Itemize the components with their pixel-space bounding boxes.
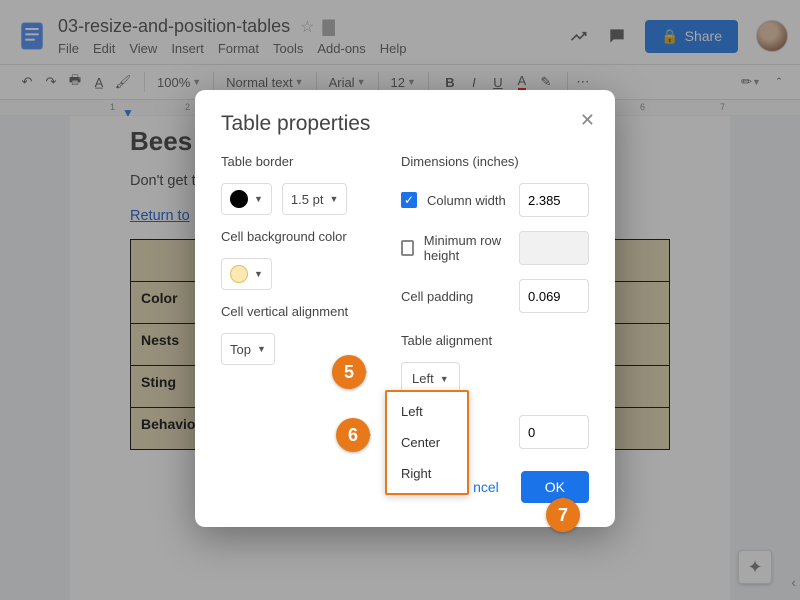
indent-input[interactable] — [519, 415, 589, 449]
column-width-label: Column width — [427, 193, 506, 208]
cell-padding-label: Cell padding — [401, 289, 473, 304]
cell-bg-label: Cell background color — [221, 229, 371, 244]
cell-va-label: Cell vertical alignment — [221, 304, 371, 319]
callout-6: 6 — [336, 418, 370, 452]
dialog-title: Table properties — [221, 112, 589, 136]
table-align-dropdown: Left Center Right — [385, 390, 469, 495]
min-row-height-input[interactable] — [519, 231, 589, 265]
chevron-down-icon: ▼ — [254, 194, 263, 204]
min-row-height-checkbox[interactable] — [401, 240, 414, 256]
chevron-down-icon: ▼ — [257, 344, 266, 354]
border-width-select[interactable]: 1.5 pt▼ — [282, 183, 347, 215]
table-align-label: Table alignment — [401, 333, 589, 348]
cell-bg-select[interactable]: ▼ — [221, 258, 272, 290]
min-row-height-label: Minimum row height — [424, 233, 509, 263]
border-color-select[interactable]: ▼ — [221, 183, 272, 215]
border-label: Table border — [221, 154, 371, 169]
column-width-input[interactable] — [519, 183, 589, 217]
close-icon[interactable]: ✕ — [580, 110, 595, 131]
align-option-center[interactable]: Center — [387, 427, 467, 458]
dimensions-label: Dimensions (inches) — [401, 154, 589, 169]
cell-padding-input[interactable] — [519, 279, 589, 313]
black-swatch-icon — [230, 190, 248, 208]
callout-7: 7 — [546, 498, 580, 532]
align-option-right[interactable]: Right — [387, 458, 467, 489]
chevron-down-icon: ▼ — [440, 374, 449, 384]
cell-va-select[interactable]: Top▼ — [221, 333, 275, 365]
chevron-down-icon: ▼ — [254, 269, 263, 279]
ok-button[interactable]: OK — [521, 471, 589, 503]
column-width-checkbox[interactable]: ✓ — [401, 192, 417, 208]
chevron-down-icon: ▼ — [329, 194, 338, 204]
callout-5: 5 — [332, 355, 366, 389]
align-option-left[interactable]: Left — [387, 396, 467, 427]
cream-swatch-icon — [230, 265, 248, 283]
